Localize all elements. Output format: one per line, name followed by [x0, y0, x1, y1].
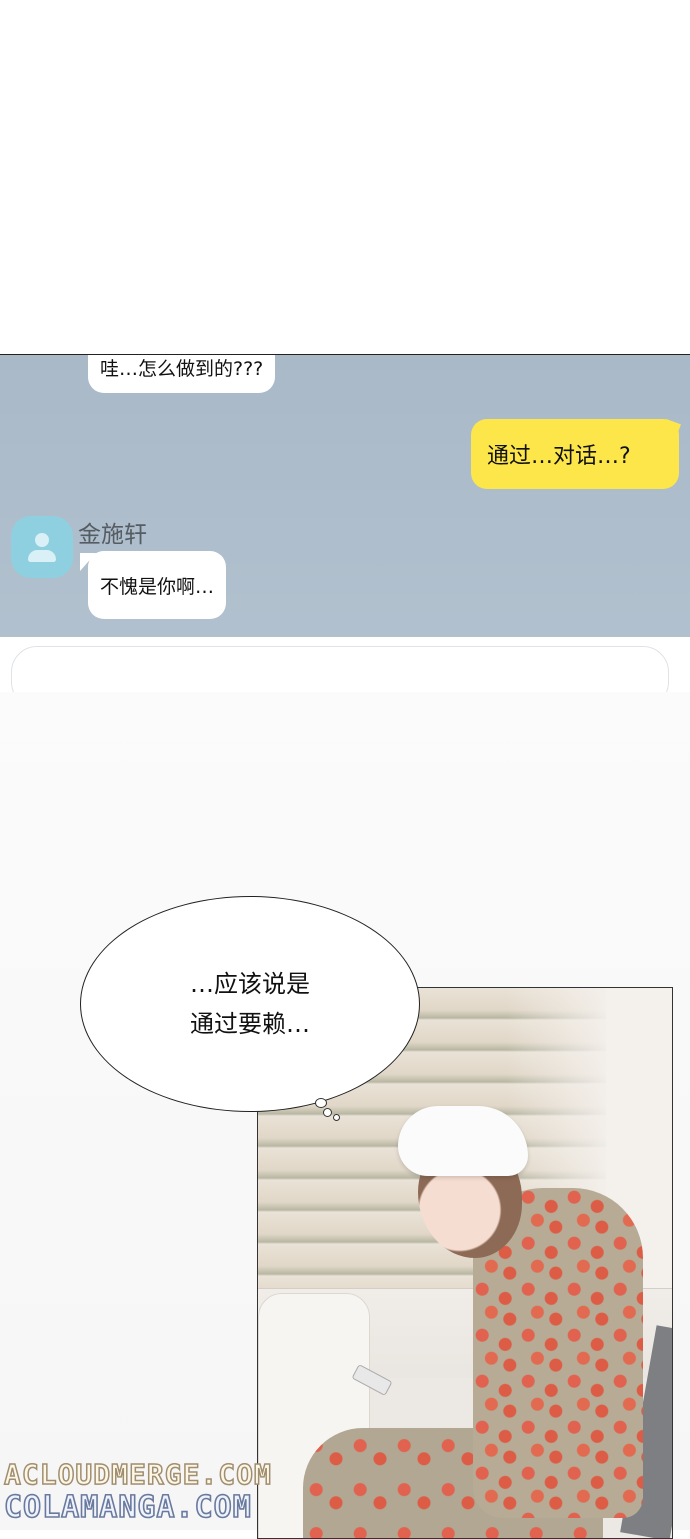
thought-dot	[323, 1108, 332, 1117]
incoming-message-bubble: 不愧是你啊…	[88, 551, 227, 619]
thought-dot	[315, 1098, 327, 1108]
input-bar	[0, 637, 690, 692]
watermark-text: ACLOUDMERGE.COM	[3, 1457, 272, 1492]
message-input[interactable]	[11, 646, 669, 692]
thought-line: 通过要赖…	[190, 1010, 310, 1038]
thought-line: …应该说是	[190, 970, 310, 998]
hair-towel	[398, 1106, 528, 1176]
user-silhouette-body	[28, 550, 56, 562]
thought-dot	[333, 1114, 340, 1121]
user-silhouette-icon	[35, 533, 49, 547]
outgoing-message-bubble: 通过…对话…?	[471, 419, 679, 489]
incoming-message-bubble: 哇…怎么做到的???	[88, 355, 276, 393]
message-text: 哇…怎么做到的???	[100, 357, 264, 380]
watermark-text: COLAMANGA.COM	[3, 1489, 252, 1526]
avatar[interactable]	[11, 516, 73, 578]
message-text: 通过…对话…?	[487, 444, 631, 469]
chat-panel: 哇…怎么做到的??? 通过…对话…? 金施轩 不愧是你啊…	[0, 354, 690, 693]
message-text: 不愧是你啊…	[100, 575, 215, 598]
thought-bubble: …应该说是 通过要赖…	[80, 896, 420, 1112]
sender-name: 金施轩	[78, 522, 147, 548]
